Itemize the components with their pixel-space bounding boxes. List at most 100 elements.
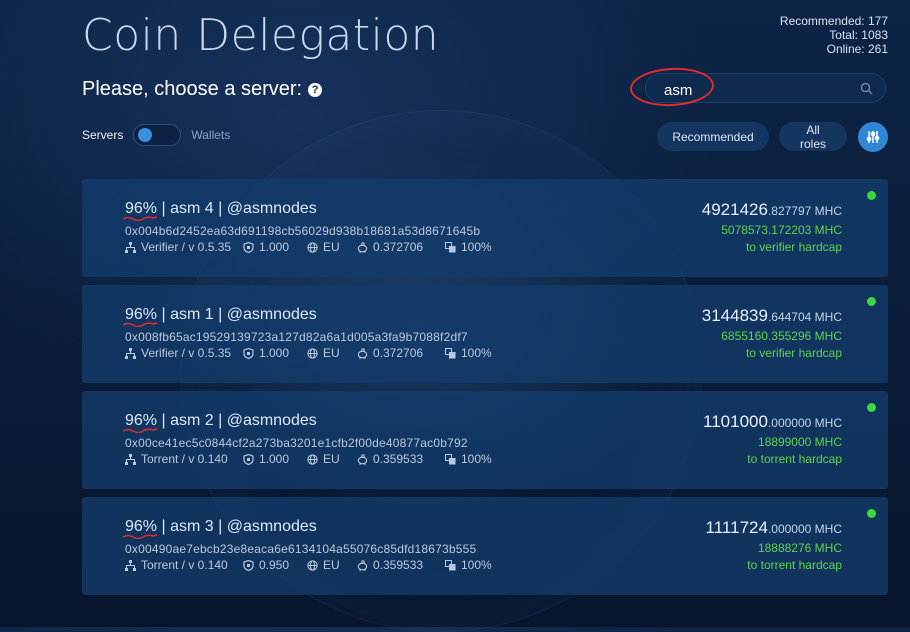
server-uptime: 100% [445, 452, 492, 466]
delegated-amount: 1111724.000000 MHC [705, 518, 842, 537]
uptime-icon [445, 559, 456, 570]
server-card[interactable]: 96% | asm 2 | @asmnodes 0x00ce41ec5c0844… [82, 391, 888, 489]
search-icon[interactable] [860, 82, 873, 95]
wallets-label: Wallets [191, 128, 231, 142]
server-percent: 96% [122, 518, 161, 539]
delegated-amount: 4921426.827797 MHC [701, 200, 842, 219]
server-uptime: 100% [445, 558, 492, 572]
server-ratio: 1.000 [243, 240, 289, 254]
total-count: Total: 1083 [829, 28, 888, 42]
server-reward: 0.359533 [357, 452, 423, 466]
piggy-bank-icon [357, 241, 368, 253]
server-region: EU [307, 452, 340, 466]
globe-icon [307, 241, 318, 253]
delegated-amount: 1101000.000000 MHC [703, 412, 842, 431]
server-region: EU [307, 240, 340, 254]
network-icon [125, 559, 136, 571]
server-role: Verifier / v 0.5.35 [125, 240, 231, 254]
server-stats: Recommended: 177 Total: 1083 Online: 261 [780, 14, 888, 56]
help-icon[interactable]: ? [308, 82, 323, 97]
network-icon [125, 241, 136, 253]
online-status-dot [867, 509, 876, 518]
server-reward: 0.372706 [357, 240, 423, 254]
available-amount: 18888276 MHC [757, 541, 842, 555]
mode-switch[interactable] [133, 124, 182, 146]
shield-icon [243, 453, 254, 465]
server-reward: 0.359533 [357, 558, 423, 572]
server-ratio: 0.950 [243, 558, 289, 572]
globe-icon [307, 453, 318, 465]
recommended-count: Recommended: 177 [779, 14, 888, 28]
online-count: Online: 261 [826, 42, 888, 56]
available-amount: 5078573.172203 MHC [721, 223, 842, 237]
available-amount: 6855160.355296 MHC [721, 329, 842, 343]
server-percent: 96% [122, 306, 161, 327]
server-name: | asm 1 | @asmnodes [161, 306, 317, 323]
server-role: Verifier / v 0.5.35 [125, 346, 231, 360]
server-uptime: 100% [445, 240, 492, 254]
piggy-bank-icon [357, 347, 368, 359]
server-stake: 3144839.644704 MHC 6855160.355296 MHC to… [702, 306, 842, 360]
piggy-bank-icon [357, 453, 368, 465]
server-card[interactable]: 96% | asm 1 | @asmnodes 0x008fb65ac19529… [82, 285, 888, 383]
globe-icon [307, 347, 318, 359]
server-name: | asm 2 | @asmnodes [161, 412, 317, 429]
red-underline-annotation [122, 216, 158, 221]
uptime-icon [445, 453, 456, 464]
page-title: Coin Delegation [82, 10, 440, 61]
server-address: 0x004b6d2452ea63d691198cb56029d938b18681… [125, 224, 481, 238]
available-amount: 18899000 MHC [757, 435, 842, 449]
switch-knob [138, 128, 153, 142]
server-role: Torrent / v 0.140 [125, 452, 228, 466]
server-card[interactable]: 96% | asm 3 | @asmnodes 0x00490ae7ebcb23… [82, 497, 888, 595]
server-address: 0x008fb65ac19529139723a127d82a6a1d005a3f… [125, 330, 468, 344]
red-underline-annotation [122, 428, 158, 433]
server-ratio: 1.000 [243, 452, 289, 466]
choose-server-heading: Please, choose a server: ? [82, 78, 323, 101]
online-status-dot [867, 297, 876, 306]
server-percent: 96% [122, 412, 161, 433]
recommended-filter-button[interactable]: Recommended [657, 122, 769, 151]
server-name: | asm 4 | @asmnodes [161, 200, 317, 217]
servers-label: Servers [82, 128, 124, 142]
server-ratio: 1.000 [243, 346, 289, 360]
sliders-icon [866, 131, 880, 143]
shield-icon [243, 241, 254, 253]
online-status-dot [867, 403, 876, 412]
server-address: 0x00490ae7ebcb23e8eaca6e6134104a55076c85… [125, 542, 477, 556]
delegated-amount: 3144839.644704 MHC [701, 306, 842, 325]
server-heading: 96% | asm 4 | @asmnodes [122, 200, 317, 221]
red-underline-annotation [122, 534, 158, 539]
server-heading: 96% | asm 3 | @asmnodes [122, 518, 317, 539]
server-percent: 96% [122, 200, 161, 221]
server-uptime: 100% [445, 346, 492, 360]
subtitle-text: Please, choose a server: [82, 78, 303, 100]
shield-icon [243, 559, 254, 571]
all-roles-filter-button[interactable]: All roles [779, 122, 847, 151]
piggy-bank-icon [357, 559, 368, 571]
server-stake: 1111724.000000 MHC 18888276 MHC to torre… [706, 518, 842, 572]
server-address: 0x00ce41ec5c0844cf2a273ba3201e1cfb2f00de… [125, 436, 468, 450]
server-card[interactable]: 96% | asm 4 | @asmnodes 0x004b6d2452ea63… [82, 179, 888, 277]
servers-wallets-toggle: Servers Wallets [82, 124, 230, 146]
server-region: EU [307, 558, 340, 572]
server-region: EU [307, 346, 340, 360]
server-reward: 0.372706 [357, 346, 423, 360]
server-heading: 96% | asm 2 | @asmnodes [122, 412, 317, 433]
shield-icon [243, 347, 254, 359]
hardcap-label: to torrent hardcap [747, 558, 842, 572]
hardcap-label: to verifier hardcap [745, 346, 842, 360]
red-underline-annotation [122, 322, 158, 327]
server-stake: 1101000.000000 MHC 18899000 MHC to torre… [703, 412, 842, 466]
network-icon [125, 453, 136, 465]
server-role: Torrent / v 0.140 [125, 558, 228, 572]
online-status-dot [867, 191, 876, 200]
globe-icon [307, 559, 318, 571]
server-heading: 96% | asm 1 | @asmnodes [122, 306, 317, 327]
uptime-icon [445, 241, 456, 252]
hardcap-label: to verifier hardcap [745, 240, 842, 254]
hardcap-label: to torrent hardcap [747, 452, 842, 466]
filter-settings-button[interactable] [858, 122, 888, 152]
server-name: | asm 3 | @asmnodes [161, 518, 317, 535]
uptime-icon [445, 347, 456, 358]
